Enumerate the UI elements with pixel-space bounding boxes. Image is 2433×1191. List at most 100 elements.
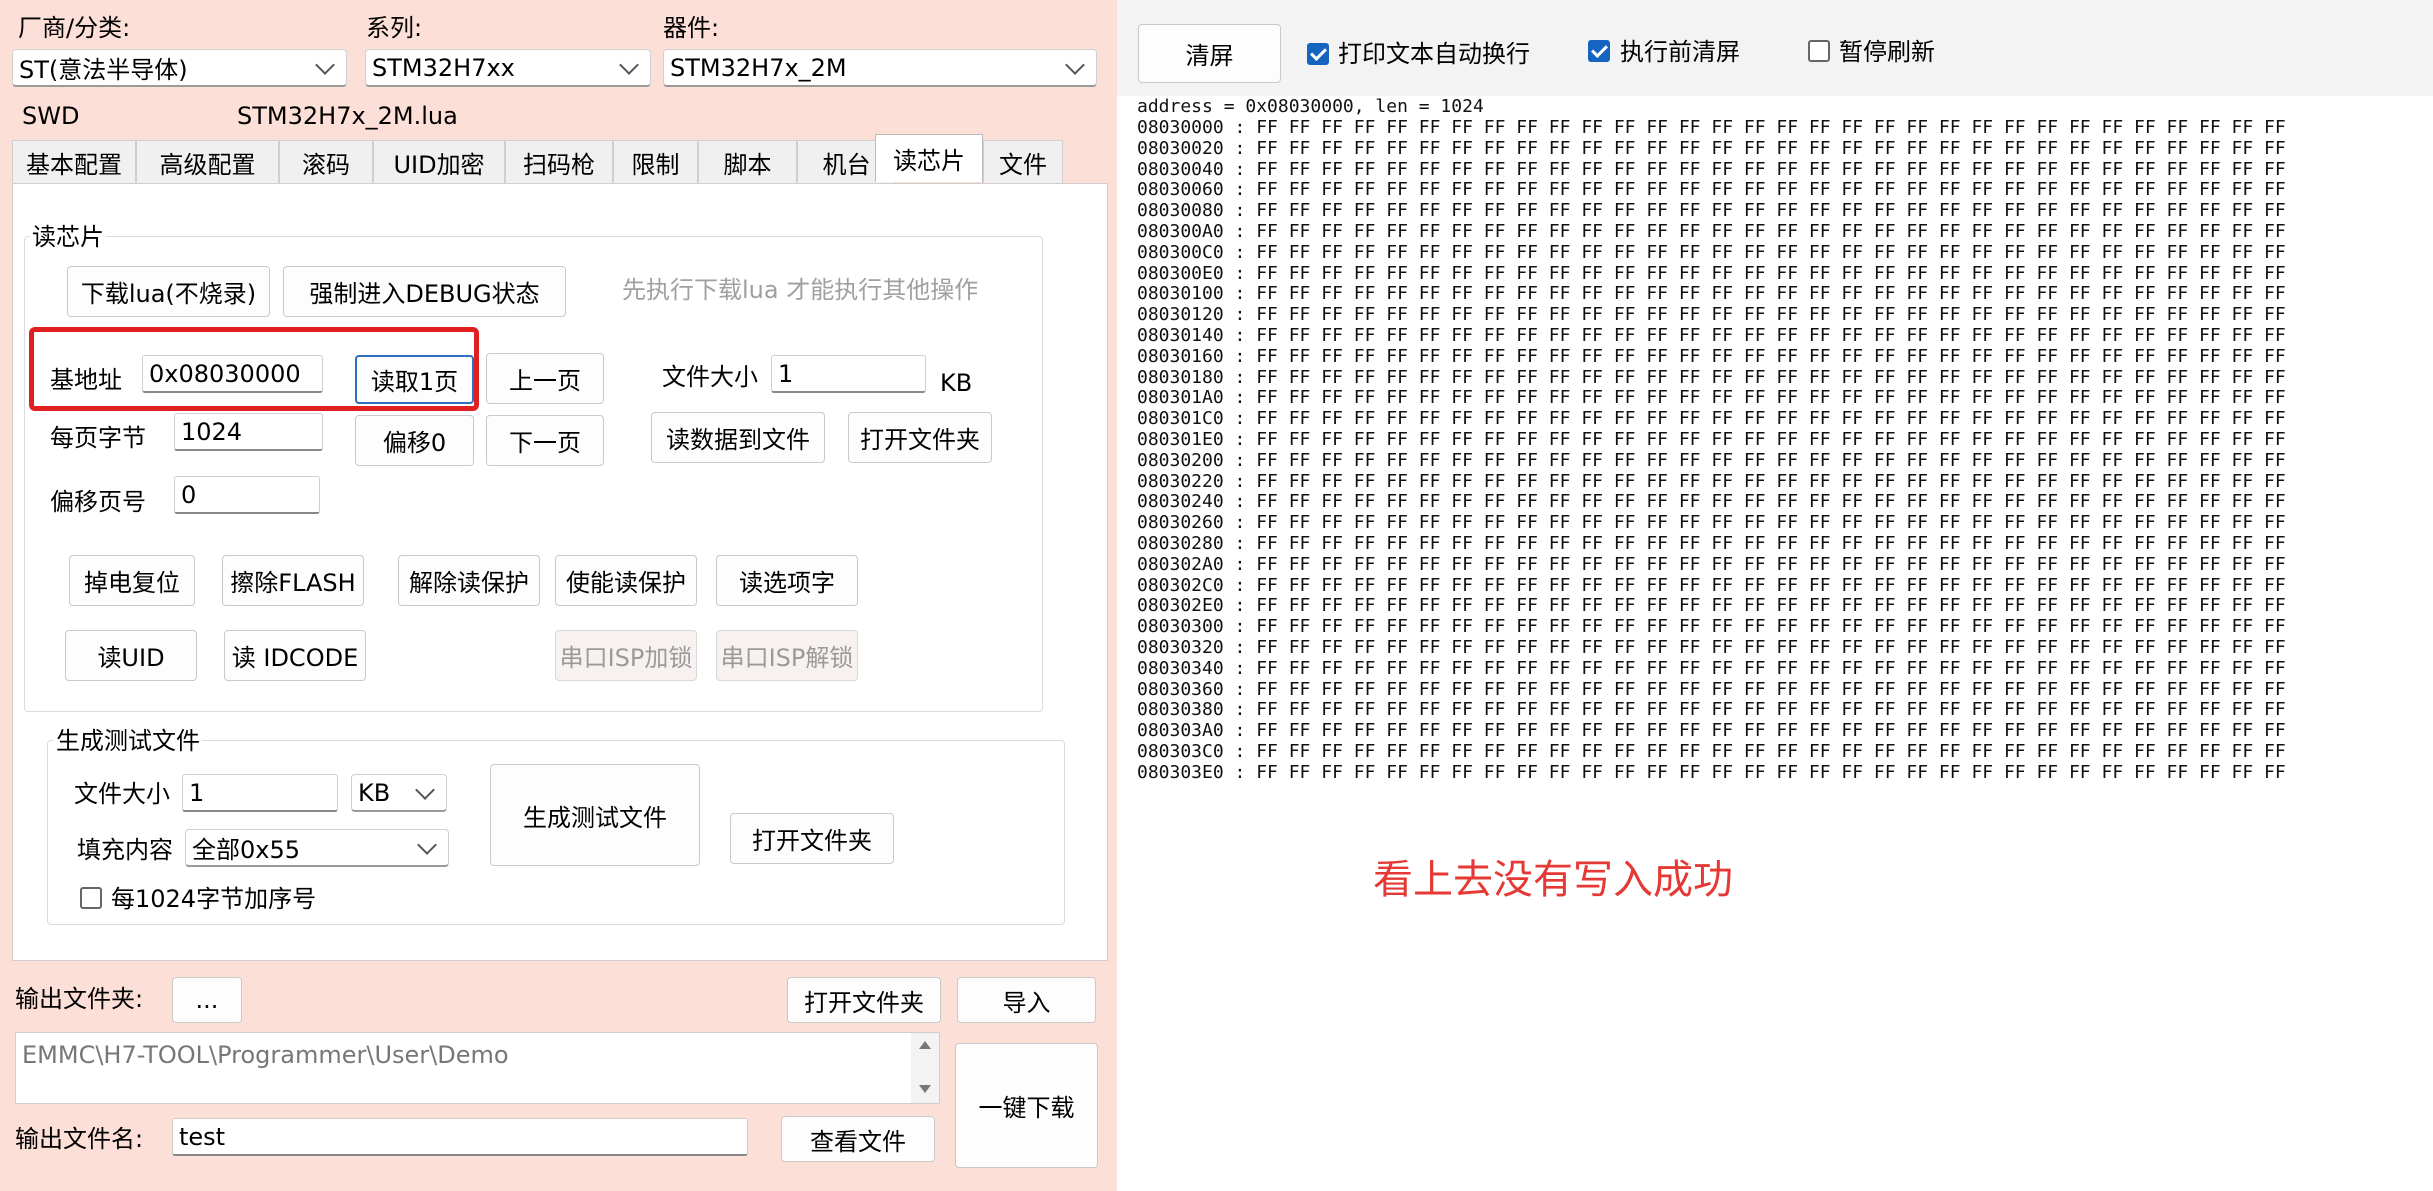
one-click-download-button[interactable]: 一键下载 — [955, 1043, 1098, 1168]
gen-unit-value: KB — [358, 778, 391, 807]
erase-flash-button[interactable]: 擦除FLASH — [222, 555, 364, 606]
offset-page-input[interactable]: 0 — [174, 476, 320, 514]
hex-dump: 08030000 : FF FF FF FF FF FF FF FF FF FF… — [1137, 117, 2286, 784]
output-folder-label: 输出文件夹: — [15, 985, 144, 1013]
output-filename-input[interactable]: test — [172, 1118, 748, 1156]
hex-row: 08030360 : FF FF FF FF FF FF FF FF FF FF… — [1137, 678, 2286, 700]
auto-wrap-checkbox[interactable] — [1307, 43, 1329, 65]
hex-row: 080303A0 : FF FF FF FF FF FF FF FF FF FF… — [1137, 720, 2286, 742]
seq-checkbox[interactable] — [80, 887, 102, 909]
tab-scanner[interactable]: 扫码枪 — [505, 140, 613, 184]
tab-rolling-code[interactable]: 滚码 — [279, 140, 373, 184]
fill-select[interactable]: 全部0x55 — [185, 829, 449, 867]
hex-row: 080301A0 : FF FF FF FF FF FF FF FF FF FF… — [1137, 387, 2286, 409]
tab-script[interactable]: 脚本 — [698, 140, 797, 184]
tab-file[interactable]: 文件 — [983, 140, 1063, 184]
browse-folder-button[interactable]: ... — [172, 977, 242, 1023]
hex-row: 08030300 : FF FF FF FF FF FF FF FF FF FF… — [1137, 616, 2286, 638]
hex-row: 080300A0 : FF FF FF FF FF FF FF FF FF FF… — [1137, 220, 2286, 242]
read-idcode-button[interactable]: 读 IDCODE — [224, 630, 366, 681]
generate-test-file-button[interactable]: 生成测试文件 — [490, 764, 700, 866]
tab-advanced-config[interactable]: 高级配置 — [136, 140, 279, 184]
device-value: STM32H7x_2M — [670, 53, 847, 82]
clear-before-label: 执行前清屏 — [1620, 38, 1740, 66]
hex-row: 080303E0 : FF FF FF FF FF FF FF FF FF FF… — [1137, 761, 2286, 783]
output-path-box[interactable]: EMMC\H7-TOOL\Programmer\User\Demo — [15, 1032, 940, 1104]
fill-label: 填充内容 — [77, 836, 173, 864]
hex-row: 080301E0 : FF FF FF FF FF FF FF FF FF FF… — [1137, 428, 2286, 450]
hex-row: 08030120 : FF FF FF FF FF FF FF FF FF FF… — [1137, 304, 2286, 326]
hex-row: 08030140 : FF FF FF FF FF FF FF FF FF FF… — [1137, 324, 2286, 346]
chevron-down-icon — [315, 54, 335, 75]
clear-before-checkbox[interactable] — [1588, 40, 1610, 62]
hex-row: 08030240 : FF FF FF FF FF FF FF FF FF FF… — [1137, 491, 2286, 513]
file-size-input[interactable]: 1 — [771, 355, 926, 393]
open-folder-button[interactable]: 打开文件夹 — [848, 412, 992, 463]
isp-unlock-button[interactable]: 串口ISP解锁 — [716, 630, 858, 681]
hex-row: 08030040 : FF FF FF FF FF FF FF FF FF FF… — [1137, 158, 2286, 180]
pause-refresh-label: 暂停刷新 — [1839, 38, 1935, 66]
pause-refresh-checkbox[interactable] — [1808, 40, 1830, 62]
device-select[interactable]: STM32H7x_2M — [663, 49, 1097, 87]
chevron-down-icon — [619, 54, 639, 75]
read-to-file-button[interactable]: 读数据到文件 — [651, 412, 825, 463]
read-option-bytes-button[interactable]: 读选项字 — [716, 555, 858, 606]
read-uid-button[interactable]: 读UID — [65, 630, 197, 681]
bytes-per-page-label: 每页字节 — [50, 424, 146, 452]
hex-row: 08030320 : FF FF FF FF FF FF FF FF FF FF… — [1137, 636, 2286, 658]
hex-row: 08030100 : FF FF FF FF FF FF FF FF FF FF… — [1137, 283, 2286, 305]
tab-bar: 基本配置 高级配置 滚码 UID加密 扫码枪 限制 脚本 机台 读芯片 文件 — [12, 134, 1108, 184]
read-chip-group-title: 读芯片 — [30, 223, 106, 251]
hex-row: 08030340 : FF FF FF FF FF FF FF FF FF FF… — [1137, 657, 2286, 679]
offset-page-label: 偏移页号 — [50, 488, 146, 516]
hex-row: 08030380 : FF FF FF FF FF FF FF FF FF FF… — [1137, 699, 2286, 721]
tab-read-chip[interactable]: 读芯片 — [875, 134, 983, 182]
clear-screen-button[interactable]: 清屏 — [1138, 24, 1281, 83]
interface-label: SWD — [22, 102, 80, 130]
tab-limit[interactable]: 限制 — [613, 140, 698, 184]
hint-text: 先执行下载lua 才能执行其他操作 — [622, 276, 979, 304]
gen-file-size-label: 文件大小 — [74, 780, 170, 808]
tab-uid-encrypt[interactable]: UID加密 — [373, 140, 505, 184]
hex-row: 08030260 : FF FF FF FF FF FF FF FF FF FF… — [1137, 512, 2286, 534]
scroll-down-icon[interactable] — [919, 1085, 931, 1093]
bytes-per-page-input[interactable]: 1024 — [174, 413, 323, 451]
download-lua-button[interactable]: 下载lua(不烧录) — [67, 266, 270, 317]
gen-open-folder-button[interactable]: 打开文件夹 — [730, 813, 894, 864]
auto-wrap-label: 打印文本自动换行 — [1338, 40, 1530, 68]
view-file-button[interactable]: 查看文件 — [781, 1116, 935, 1162]
output-filename-label: 输出文件名: — [15, 1125, 144, 1153]
vendor-select[interactable]: ST(意法半导体) — [12, 49, 347, 87]
gen-file-size-input[interactable]: 1 — [182, 774, 338, 812]
hex-row: 08030160 : FF FF FF FF FF FF FF FF FF FF… — [1137, 345, 2286, 367]
remove-read-protect-button[interactable]: 解除读保护 — [398, 555, 540, 606]
force-debug-button[interactable]: 强制进入DEBUG状态 — [283, 266, 566, 317]
hex-row: 08030220 : FF FF FF FF FF FF FF FF FF FF… — [1137, 470, 2286, 492]
series-value: STM32H7xx — [372, 53, 515, 82]
seq-label: 每1024字节加序号 — [111, 885, 317, 913]
scrollbar[interactable] — [911, 1033, 939, 1103]
prev-page-button[interactable]: 上一页 — [486, 353, 604, 404]
chevron-down-icon — [415, 779, 435, 800]
isp-lock-button[interactable]: 串口ISP加锁 — [555, 630, 697, 681]
hex-row: 08030280 : FF FF FF FF FF FF FF FF FF FF… — [1137, 532, 2286, 554]
vendor-label: 厂商/分类: — [18, 14, 131, 42]
output-open-folder-button[interactable]: 打开文件夹 — [787, 977, 941, 1023]
device-label: 器件: — [663, 14, 720, 42]
import-button[interactable]: 导入 — [957, 977, 1096, 1023]
annotation-text: 看上去没有写入成功 — [1373, 857, 1733, 903]
chevron-down-icon — [417, 834, 437, 855]
hex-row: 080303C0 : FF FF FF FF FF FF FF FF FF FF… — [1137, 740, 2286, 762]
scroll-up-icon[interactable] — [919, 1041, 931, 1049]
hex-row: 080302C0 : FF FF FF FF FF FF FF FF FF FF… — [1137, 574, 2286, 596]
series-select[interactable]: STM32H7xx — [365, 49, 651, 87]
offset0-button[interactable]: 偏移0 — [355, 415, 474, 466]
gen-unit-select[interactable]: KB — [351, 774, 447, 812]
power-reset-button[interactable]: 掉电复位 — [69, 555, 195, 606]
output-path-text: EMMC\H7-TOOL\Programmer\User\Demo — [22, 1041, 509, 1069]
hex-row: 080302A0 : FF FF FF FF FF FF FF FF FF FF… — [1137, 553, 2286, 575]
hex-row: 080300C0 : FF FF FF FF FF FF FF FF FF FF… — [1137, 241, 2286, 263]
tab-basic-config[interactable]: 基本配置 — [12, 140, 136, 184]
enable-read-protect-button[interactable]: 使能读保护 — [555, 555, 697, 606]
next-page-button[interactable]: 下一页 — [486, 415, 604, 466]
